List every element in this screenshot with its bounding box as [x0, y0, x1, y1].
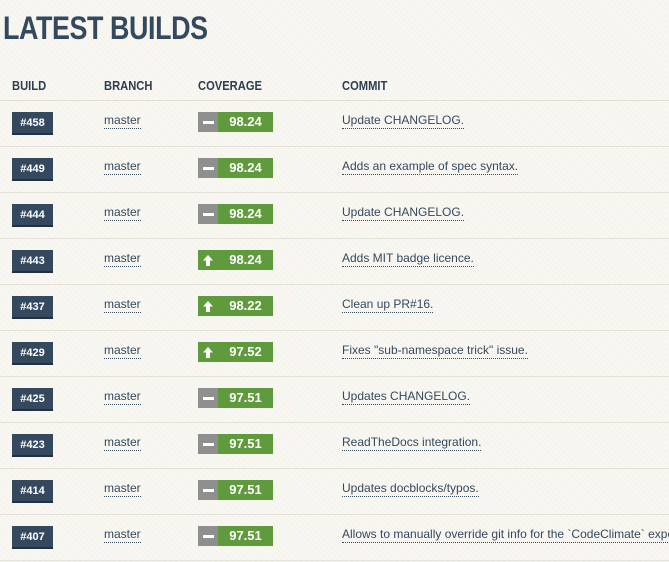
table-row: #443 master 98.24 Adds MIT badge licence. [0, 239, 669, 285]
dash-icon [198, 434, 218, 454]
commit-message-link[interactable]: Fixes "sub-namespace trick" issue. [342, 343, 528, 359]
branch-link[interactable]: master [104, 389, 141, 405]
build-number-badge[interactable]: #423 [12, 434, 53, 457]
build-number-badge[interactable]: #444 [12, 204, 53, 227]
build-number-badge[interactable]: #425 [12, 388, 53, 411]
coverage-badge[interactable]: 97.51 [198, 480, 273, 500]
table-row: #429 master 97.52 Fixes "sub-namespace tric… [0, 331, 669, 377]
commit-message-link[interactable]: ReadTheDocs integration. [342, 435, 482, 451]
coverage-badge[interactable]: 97.51 [198, 388, 273, 408]
coverage-value: 98.22 [218, 296, 273, 316]
header-build: BUILD [12, 78, 47, 93]
coverage-badge[interactable]: 98.24 [198, 250, 273, 270]
build-number-badge[interactable]: #414 [12, 480, 53, 503]
coverage-badge[interactable]: 97.52 [198, 342, 273, 362]
build-number-badge[interactable]: #458 [12, 112, 53, 135]
table-row: #444 master 98.24 Update CHANGELOG. [0, 193, 669, 239]
header-commit: COMMIT [342, 78, 388, 93]
commit-message-link[interactable]: Update CHANGELOG. [342, 205, 465, 221]
page-title: LATEST BUILDS [3, 10, 208, 46]
table-row: #423 master 97.51 ReadTheDocs integration. [0, 423, 669, 469]
coverage-value: 97.51 [218, 480, 273, 500]
commit-message-link[interactable]: Clean up PR#16. [342, 297, 434, 313]
table-row: #414 master 97.51 Updates docblocks/typos. [0, 469, 669, 515]
coverage-value: 98.24 [218, 112, 273, 132]
coverage-value: 97.51 [218, 434, 273, 454]
coverage-value: 97.51 [218, 388, 273, 408]
coverage-badge[interactable]: 98.24 [198, 204, 273, 224]
dash-icon [198, 388, 218, 408]
coverage-value: 97.51 [218, 526, 273, 546]
branch-link[interactable]: master [104, 159, 141, 175]
branch-link[interactable]: master [104, 343, 141, 359]
dash-icon [198, 158, 218, 178]
coverage-value: 97.52 [218, 342, 273, 362]
table-row: #425 master 97.51 Updates CHANGELOG. [0, 377, 669, 423]
branch-link[interactable]: master [104, 435, 141, 451]
builds-table: BUILD BRANCH COVERAGE COMMIT #458 master 9… [0, 68, 669, 561]
branch-link[interactable]: master [104, 205, 141, 221]
branch-link[interactable]: master [104, 527, 141, 543]
coverage-value: 98.24 [218, 204, 273, 224]
coverage-badge[interactable]: 97.51 [198, 434, 273, 454]
arrow-up-icon [198, 250, 218, 270]
commit-message-link[interactable]: Allows to manually override git info for… [342, 527, 669, 543]
header-branch: BRANCH [104, 78, 153, 93]
coverage-value: 98.24 [218, 158, 273, 178]
arrow-up-icon [198, 342, 218, 362]
coverage-badge[interactable]: 98.22 [198, 296, 273, 316]
branch-link[interactable]: master [104, 481, 141, 497]
table-row: #437 master 98.22 Clean up PR#16. [0, 285, 669, 331]
branch-link[interactable]: master [104, 251, 141, 267]
table-body: #458 master 98.24 Update CHANGELOG. #449 mast… [0, 101, 669, 561]
dash-icon [198, 526, 218, 546]
build-number-badge[interactable]: #443 [12, 250, 53, 273]
commit-message-link[interactable]: Adds an example of spec syntax. [342, 159, 519, 175]
branch-link[interactable]: master [104, 297, 141, 313]
build-number-badge[interactable]: #449 [12, 158, 53, 181]
table-row: #449 master 98.24 Adds an example of spec s… [0, 147, 669, 193]
arrow-up-icon [198, 296, 218, 316]
coverage-value: 98.24 [218, 250, 273, 270]
commit-message-link[interactable]: Updates CHANGELOG. [342, 389, 471, 405]
dash-icon [198, 204, 218, 224]
table-row: #458 master 98.24 Update CHANGELOG. [0, 101, 669, 147]
build-number-badge[interactable]: #407 [12, 526, 53, 549]
coverage-badge[interactable]: 98.24 [198, 112, 273, 132]
table-row: #407 master 97.51 Allows to manually overri… [0, 515, 669, 561]
commit-message-link[interactable]: Update CHANGELOG. [342, 113, 465, 129]
table-header-row: BUILD BRANCH COVERAGE COMMIT [0, 68, 669, 101]
dash-icon [198, 480, 218, 500]
branch-link[interactable]: master [104, 113, 141, 129]
coverage-badge[interactable]: 97.51 [198, 526, 273, 546]
build-number-badge[interactable]: #437 [12, 296, 53, 319]
commit-message-link[interactable]: Adds MIT badge licence. [342, 251, 474, 267]
commit-message-link[interactable]: Updates docblocks/typos. [342, 481, 479, 497]
header-coverage: COVERAGE [198, 78, 262, 93]
coverage-badge[interactable]: 98.24 [198, 158, 273, 178]
build-number-badge[interactable]: #429 [12, 342, 53, 365]
dash-icon [198, 112, 218, 132]
